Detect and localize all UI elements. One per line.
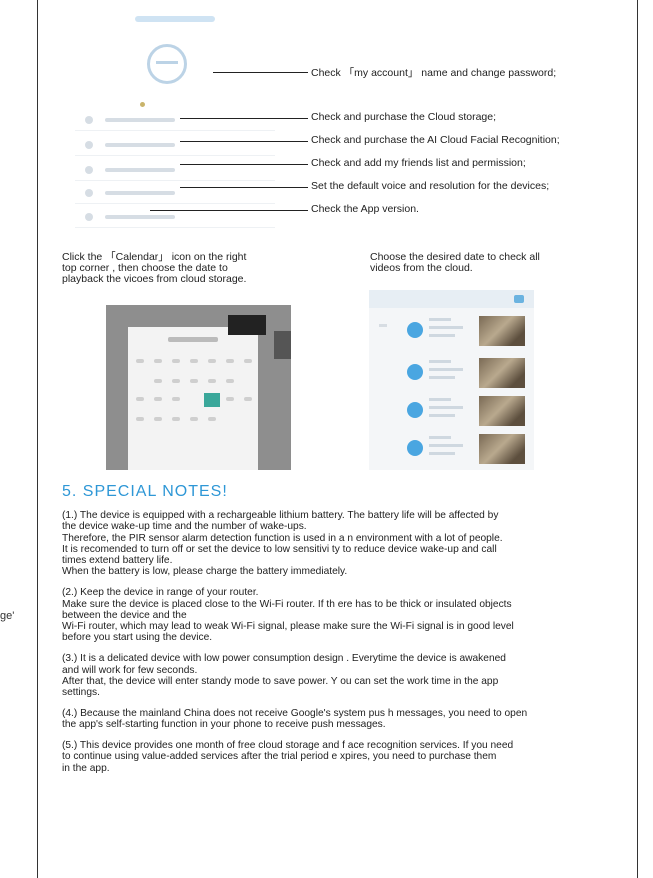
note-4: (4.) Because the mainland China does not…	[62, 707, 528, 731]
friends-icon	[85, 166, 93, 174]
video-item	[369, 430, 534, 468]
note-3: (3.) It is a delicated device with low p…	[62, 653, 506, 699]
callout-line-face	[180, 141, 308, 142]
play-icon	[407, 440, 423, 456]
section-title: 5. SPECIAL NOTES!	[62, 483, 228, 500]
callout-line-cloud	[180, 118, 308, 119]
selected-date	[204, 393, 220, 407]
video-thumbnail	[479, 396, 525, 426]
calendar-caption: Click the 「Calendar」 icon on the right t…	[62, 251, 247, 285]
video-thumbnail	[479, 434, 525, 464]
calendar-icon	[228, 315, 266, 335]
videos-top-bar	[369, 290, 534, 308]
video-item	[369, 354, 534, 392]
calendar-popup	[128, 327, 258, 470]
avatar-icon	[147, 44, 187, 84]
callout-app-version: Check the App version.	[311, 203, 419, 215]
cloud-icon	[85, 116, 93, 124]
callout-line-friends	[180, 164, 308, 165]
calendar-icon	[514, 295, 524, 303]
menu-row-cloud-storage	[75, 110, 275, 131]
note-2: (2.) Keep the device in range of your ro…	[62, 587, 514, 644]
info-icon	[85, 213, 93, 221]
video-item	[369, 392, 534, 430]
play-icon	[407, 402, 423, 418]
status-dot	[140, 102, 145, 107]
menu-row-face-recognition	[75, 135, 275, 156]
page-border-left	[37, 0, 38, 878]
cut-off-text: ge'	[0, 610, 15, 622]
calendar-screenshot	[106, 305, 291, 470]
page-border-right	[637, 0, 638, 878]
play-icon	[407, 364, 423, 380]
callout-account: Check 「my account」 name and change passw…	[311, 67, 557, 79]
play-icon	[407, 322, 423, 338]
callout-line-defaults	[180, 187, 308, 188]
settings-icon	[85, 189, 93, 197]
note-5: (5.) This device provides one month of f…	[62, 740, 514, 774]
face-icon	[85, 141, 93, 149]
menu-title-bar	[135, 16, 215, 22]
video-thumbnail	[479, 358, 525, 388]
video-item	[369, 312, 534, 350]
note-1: (1.) The device is equipped with a recha…	[62, 510, 503, 578]
callout-default-settings: Set the default voice and resolution for…	[311, 180, 550, 192]
callout-line-version	[150, 210, 308, 211]
calendar-icon-zoom	[274, 331, 291, 359]
callout-line-account	[213, 72, 308, 73]
cloud-videos-screenshot	[369, 290, 534, 470]
videos-caption: Choose the desired date to check all vid…	[370, 251, 540, 274]
special-notes: (1.) The device is equipped with a recha…	[62, 510, 637, 783]
callout-face-recognition: Check and purchase the AI Cloud Facial R…	[311, 134, 560, 146]
callout-friends: Check and add my friends list and permis…	[311, 157, 526, 169]
video-thumbnail	[479, 316, 525, 346]
callout-cloud-storage: Check and purchase the Cloud storage;	[311, 111, 497, 123]
